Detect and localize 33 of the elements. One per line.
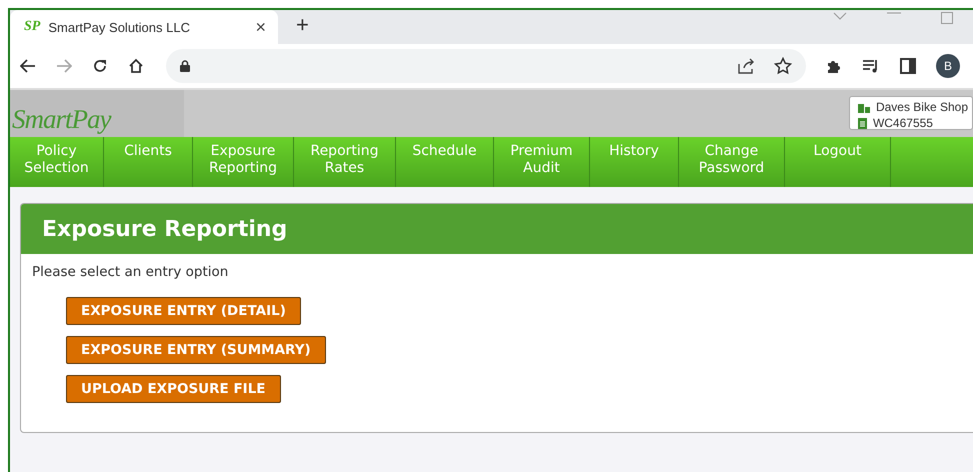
back-icon[interactable] xyxy=(20,59,36,73)
option-button[interactable]: EXPOSURE ENTRY (SUMMARY) xyxy=(66,336,326,364)
share-icon[interactable] xyxy=(738,58,756,74)
nav-item[interactable]: Schedule xyxy=(396,137,494,187)
logo[interactable]: SmartPay xyxy=(10,104,110,137)
nav-item[interactable]: Exposure Reporting xyxy=(193,137,294,187)
nav-item[interactable]: History xyxy=(590,137,679,187)
new-tab-button[interactable]: + xyxy=(296,12,309,38)
option-button[interactable]: EXPOSURE ENTRY (DETAIL) xyxy=(66,297,301,325)
nav-item[interactable]: Reporting Rates xyxy=(294,137,396,187)
nav-item[interactable]: Change Password xyxy=(679,137,785,187)
playlist-icon[interactable] xyxy=(862,59,880,73)
nav-item[interactable]: Clients xyxy=(104,137,193,187)
prompt-text: Please select an entry option xyxy=(32,264,230,280)
account-name: Daves Bike Shop xyxy=(876,99,968,115)
nav-item[interactable]: Premium Audit xyxy=(494,137,590,187)
star-icon[interactable] xyxy=(774,57,792,75)
home-icon[interactable] xyxy=(128,58,144,74)
nav-item[interactable]: Logout xyxy=(785,137,891,187)
tab-title: SmartPay Solutions LLC xyxy=(48,20,191,34)
profile-avatar[interactable]: B xyxy=(936,54,960,78)
browser-tab[interactable]: SP SmartPay Solutions LLC × xyxy=(10,10,278,44)
building-icon xyxy=(858,102,870,112)
policy-number: WC467555 xyxy=(872,115,933,131)
puzzle-icon[interactable] xyxy=(826,58,842,74)
reload-icon[interactable] xyxy=(92,58,108,74)
nav-item[interactable]: Policy Selection xyxy=(10,137,104,187)
panel-title: Exposure Reporting xyxy=(42,216,288,242)
favicon: SP xyxy=(24,19,40,35)
lock-icon xyxy=(180,60,190,72)
sidebar-icon[interactable] xyxy=(900,58,916,74)
option-button[interactable]: UPLOAD EXPOSURE FILE xyxy=(66,375,281,403)
close-button[interactable]: × xyxy=(255,16,266,38)
